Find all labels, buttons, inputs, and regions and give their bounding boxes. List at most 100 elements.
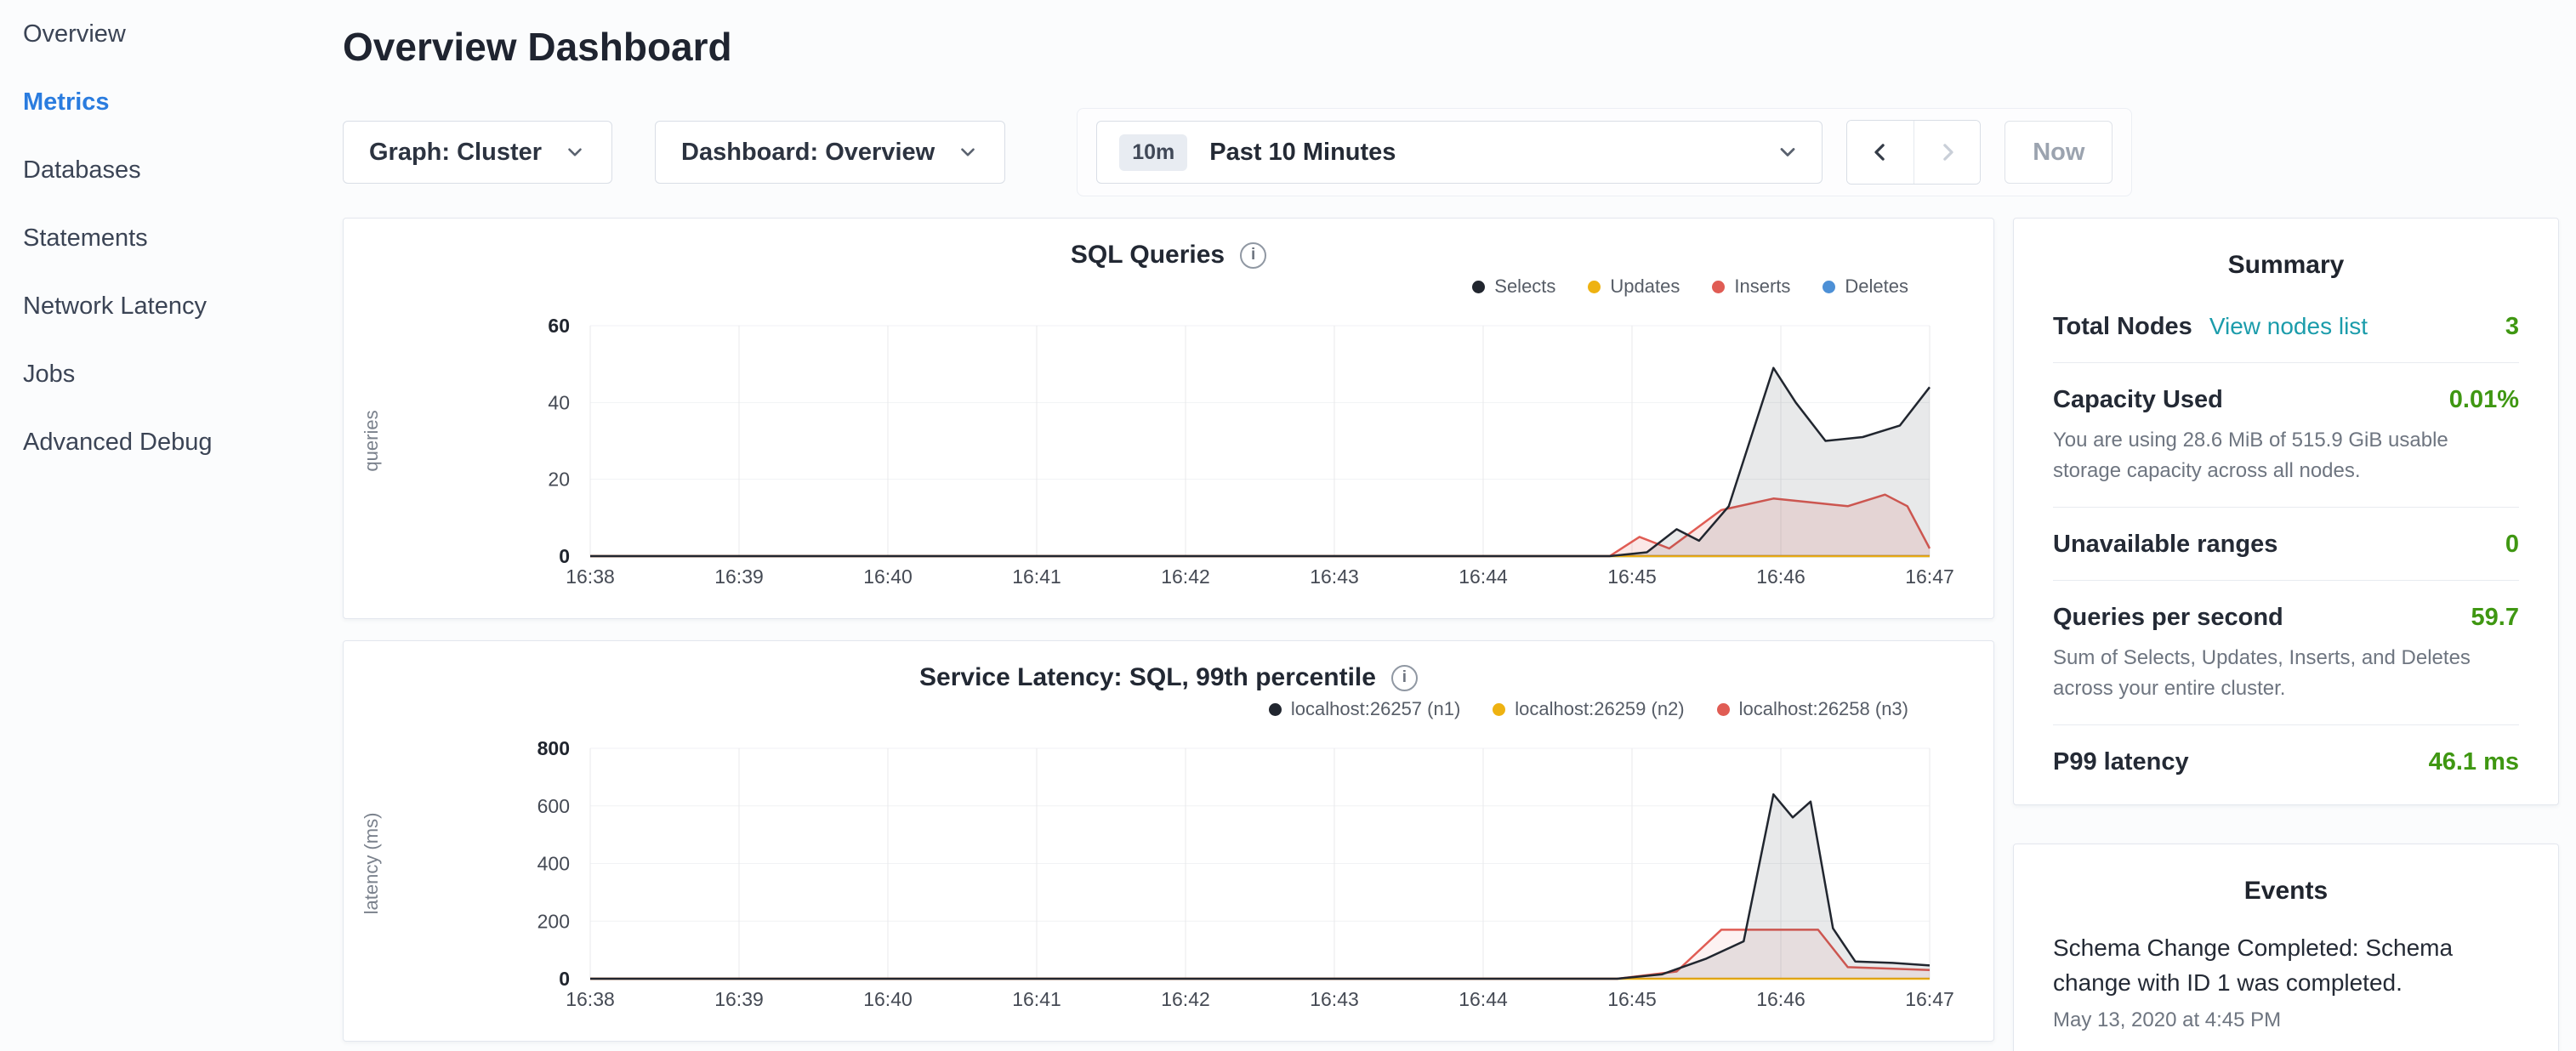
- time-window-select[interactable]: 10m Past 10 Minutes: [1096, 121, 1823, 184]
- summary-value: 0.01%: [2449, 386, 2519, 414]
- legend-item[interactable]: localhost:26257 (n1): [1269, 698, 1460, 720]
- info-icon[interactable]: i: [1240, 242, 1266, 269]
- chart-plot[interactable]: 16:3816:3916:4016:4116:4216:4316:4416:45…: [344, 302, 1992, 595]
- dashboard-content: SQL Queries i Selects Updates Inserts Delet…: [343, 218, 2576, 1051]
- sidebar-item-statements[interactable]: Statements: [23, 204, 320, 272]
- chevron-left-icon: [1868, 139, 1893, 165]
- summary-item: Total NodesView nodes list3: [2053, 290, 2519, 363]
- chevron-down-icon: [564, 141, 586, 163]
- legend-label: Deletes: [1845, 276, 1908, 298]
- time-back-button[interactable]: [1847, 121, 1914, 184]
- sidebar-item-advanced-debug[interactable]: Advanced Debug: [23, 408, 320, 476]
- legend-label: Inserts: [1734, 276, 1790, 298]
- graph-select-label: Graph: Cluster: [369, 139, 542, 167]
- chart-svg: 16:3816:3916:4016:4116:4216:4316:4416:45…: [344, 302, 1992, 595]
- summary-label: P99 latency: [2053, 748, 2189, 776]
- events-heading: Events: [2053, 870, 2519, 916]
- svg-text:16:45: 16:45: [1607, 565, 1657, 588]
- side-column: Summary Total NodesView nodes list3Capac…: [2013, 218, 2559, 1051]
- graph-select-dropdown[interactable]: Graph: Cluster: [343, 121, 612, 184]
- legend-dot: [1823, 281, 1835, 293]
- event-message: Schema Change Completed: Schema change w…: [2053, 931, 2519, 1000]
- event-timestamp: May 13, 2020 at 4:45 PM: [2053, 1008, 2519, 1032]
- svg-text:16:41: 16:41: [1012, 988, 1061, 1010]
- legend-item[interactable]: Updates: [1588, 276, 1680, 298]
- svg-text:16:40: 16:40: [863, 565, 913, 588]
- event-item[interactable]: Schema Change Completed: Schema change w…: [2053, 931, 2519, 1032]
- time-picker-group: 10m Past 10 Minutes Now: [1077, 108, 2132, 196]
- time-forward-button[interactable]: [1914, 121, 1980, 184]
- summary-value: 59.7: [2471, 604, 2519, 632]
- summary-value: 3: [2505, 313, 2519, 341]
- legend-label: Selects: [1494, 276, 1555, 298]
- summary-item: Queries per second59.7Sum of Selects, Up…: [2053, 581, 2519, 725]
- summary-description: You are using 28.6 MiB of 515.9 GiB usab…: [2053, 425, 2519, 486]
- summary-panel: Summary Total NodesView nodes list3Capac…: [2013, 218, 2559, 805]
- chart-legend: localhost:26257 (n1) localhost:26259 (n2)…: [344, 694, 1993, 724]
- sidebar-item-jobs[interactable]: Jobs: [23, 340, 320, 408]
- dashboard-select-dropdown[interactable]: Dashboard: Overview: [655, 121, 1005, 184]
- svg-text:16:39: 16:39: [714, 988, 764, 1010]
- svg-text:40: 40: [548, 391, 570, 413]
- dashboard-select-label: Dashboard: Overview: [681, 139, 935, 167]
- svg-text:16:38: 16:38: [566, 988, 615, 1010]
- chevron-right-icon: [1935, 139, 1960, 165]
- svg-text:16:45: 16:45: [1607, 988, 1657, 1010]
- svg-text:0: 0: [559, 968, 570, 990]
- svg-text:16:43: 16:43: [1310, 565, 1359, 588]
- svg-text:16:44: 16:44: [1459, 565, 1508, 588]
- summary-item: Unavailable ranges0: [2053, 508, 2519, 581]
- legend-item[interactable]: localhost:26259 (n2): [1493, 698, 1684, 720]
- chart-panel-service-latency: Service Latency: SQL, 99th percentile i …: [343, 640, 1994, 1042]
- chart-title-row: Service Latency: SQL, 99th percentile i: [344, 662, 1993, 694]
- summary-label: Capacity Used: [2053, 386, 2223, 414]
- time-window-label: Past 10 Minutes: [1209, 139, 1396, 167]
- legend-item[interactable]: localhost:26258 (n3): [1717, 698, 1908, 720]
- svg-text:200: 200: [537, 910, 570, 932]
- sidebar-item-network-latency[interactable]: Network Latency: [23, 272, 320, 340]
- legend-dot: [1269, 703, 1282, 716]
- chevron-down-icon: [957, 141, 979, 163]
- svg-text:16:40: 16:40: [863, 988, 913, 1010]
- chart-title-row: SQL Queries i: [344, 239, 1993, 271]
- summary-item: P99 latency46.1 ms: [2053, 725, 2519, 798]
- legend-label: Updates: [1610, 276, 1680, 298]
- svg-text:16:44: 16:44: [1459, 988, 1508, 1010]
- svg-text:800: 800: [537, 737, 570, 759]
- svg-text:16:42: 16:42: [1161, 565, 1210, 588]
- svg-text:16:42: 16:42: [1161, 988, 1210, 1010]
- events-list: Schema Change Completed: Schema change w…: [2053, 931, 2519, 1032]
- sidebar-item-databases[interactable]: Databases: [23, 136, 320, 204]
- chart-plot[interactable]: 16:3816:3916:4016:4116:4216:4316:4416:45…: [344, 724, 1992, 1018]
- sidebar-item-metrics[interactable]: Metrics: [23, 68, 320, 136]
- legend-item[interactable]: Selects: [1472, 276, 1555, 298]
- svg-text:16:38: 16:38: [566, 565, 615, 588]
- charts-column: SQL Queries i Selects Updates Inserts Delet…: [343, 218, 1994, 1042]
- summary-label: Queries per second: [2053, 604, 2283, 632]
- summary-link[interactable]: View nodes list: [2209, 313, 2368, 340]
- sidebar-item-overview[interactable]: Overview: [23, 0, 320, 68]
- info-icon[interactable]: i: [1391, 665, 1418, 691]
- svg-text:20: 20: [548, 469, 570, 491]
- legend-item[interactable]: Inserts: [1712, 276, 1790, 298]
- main-content: Overview Dashboard Graph: Cluster Dashbo…: [320, 0, 2576, 1051]
- page-title: Overview Dashboard: [343, 24, 2576, 70]
- legend-dot: [1493, 703, 1505, 716]
- legend-label: localhost:26257 (n1): [1291, 698, 1460, 720]
- legend-item[interactable]: Deletes: [1823, 276, 1908, 298]
- svg-text:16:47: 16:47: [1905, 988, 1954, 1010]
- legend-label: localhost:26259 (n2): [1515, 698, 1684, 720]
- svg-text:0: 0: [559, 545, 570, 567]
- events-panel: Events Schema Change Completed: Schema c…: [2013, 844, 2559, 1051]
- chart-legend: Selects Updates Inserts Deletes: [344, 271, 1993, 302]
- svg-text:16:46: 16:46: [1756, 565, 1805, 588]
- svg-text:16:39: 16:39: [714, 565, 764, 588]
- legend-label: localhost:26258 (n3): [1739, 698, 1908, 720]
- now-button[interactable]: Now: [2005, 121, 2113, 184]
- svg-text:queries: queries: [361, 410, 382, 471]
- chart-svg: 16:3816:3916:4016:4116:4216:4316:4416:45…: [344, 724, 1992, 1018]
- chart-panel-sql-queries: SQL Queries i Selects Updates Inserts Delet…: [343, 218, 1994, 619]
- summary-value: 0: [2505, 531, 2519, 559]
- chart-title: Service Latency: SQL, 99th percentile: [919, 663, 1376, 692]
- time-nav-buttons: [1846, 120, 1981, 185]
